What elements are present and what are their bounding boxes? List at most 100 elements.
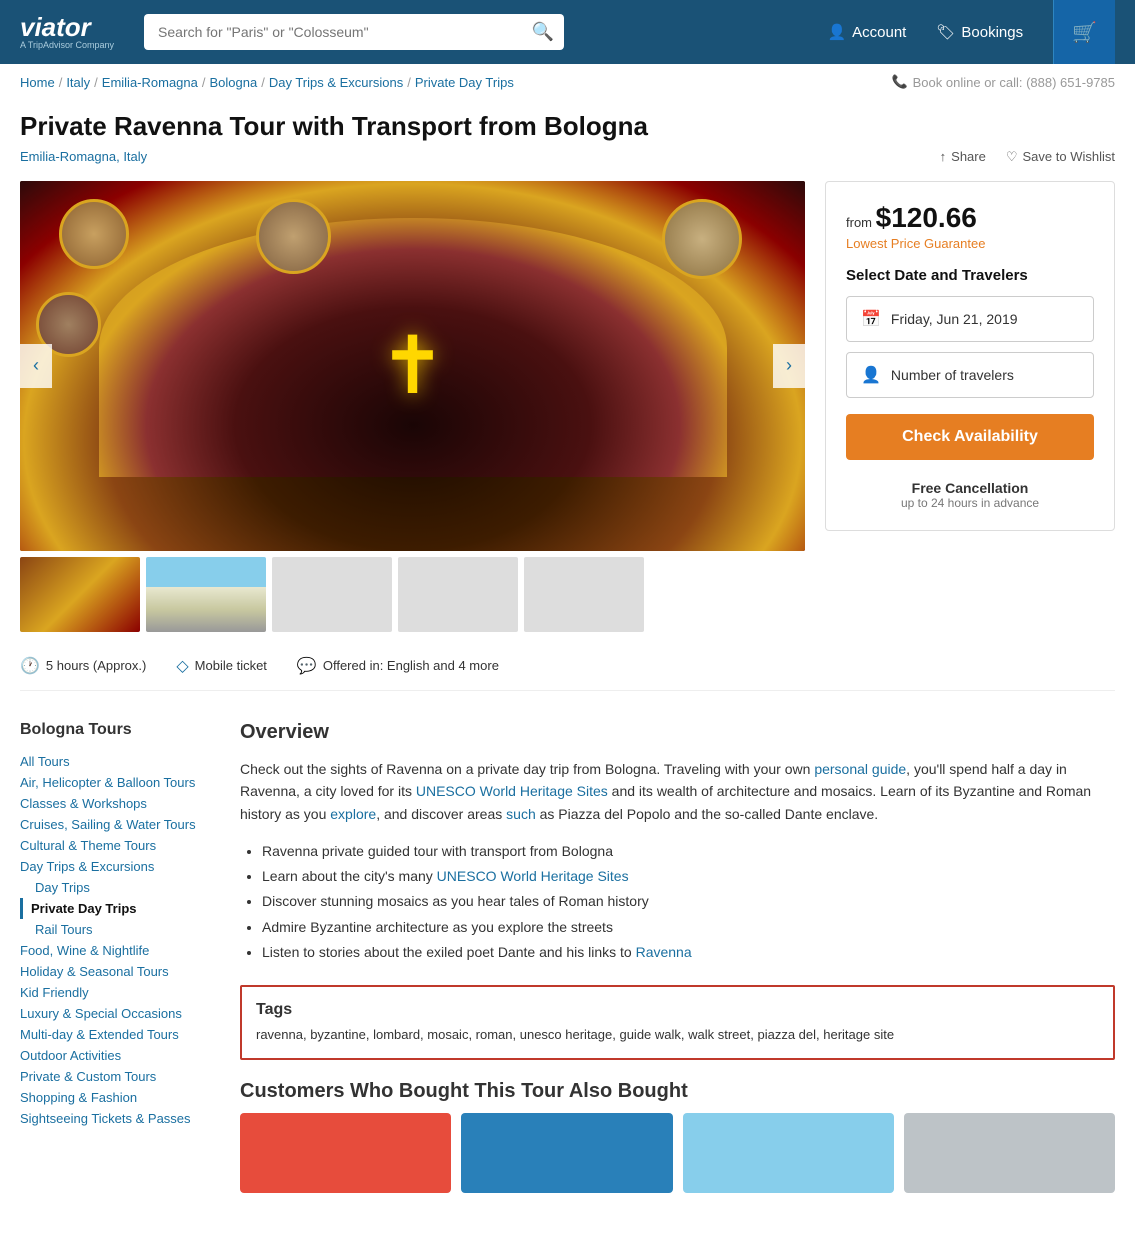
bullet-5-link[interactable]: Ravenna [636, 944, 692, 960]
logo-sub: A TripAdvisor Company [20, 40, 114, 50]
prev-image-button[interactable]: ‹ [20, 344, 52, 388]
travelers-input[interactable]: 👤 Number of travelers [846, 352, 1094, 398]
breadcrumb-private[interactable]: Private Day Trips [415, 75, 514, 90]
customer-card-4[interactable] [904, 1113, 1115, 1193]
cancellation-sub: up to 24 hours in advance [846, 496, 1094, 510]
sidebar-item-kid[interactable]: Kid Friendly [20, 982, 220, 1003]
phone-icon: 📞 [891, 74, 907, 90]
sidebar-item-private-day-trips[interactable]: Private Day Trips [20, 898, 220, 919]
duration-info: 🕐 5 hours (Approx.) [20, 656, 146, 676]
main-content: ✝ ‹ › from $120.66 Lowest Price Guaran [0, 171, 1135, 642]
sidebar-item-food[interactable]: Food, Wine & Nightlife [20, 940, 220, 961]
sidebar-item-outdoor[interactable]: Outdoor Activities [20, 1045, 220, 1066]
sidebar-item-shopping[interactable]: Shopping & Fashion [20, 1087, 220, 1108]
travelers-placeholder: Number of travelers [891, 367, 1014, 383]
customers-row [240, 1113, 1115, 1193]
share-icon: ↑ [940, 149, 947, 164]
tags-text: ravenna, byzantine, lombard, mosaic, rom… [256, 1025, 1099, 1045]
sidebar-item-multiday[interactable]: Multi-day & Extended Tours [20, 1024, 220, 1045]
heart-icon: ♡ [1006, 149, 1018, 165]
tour-info-bar: 🕐 5 hours (Approx.) ◇ Mobile ticket 💬 Of… [20, 642, 1115, 691]
next-image-button[interactable]: › [773, 344, 805, 388]
breadcrumb-bologna[interactable]: Bologna [210, 75, 258, 90]
customer-card-1[interactable] [240, 1113, 451, 1193]
sidebar-item-daytrips-excursions[interactable]: Day Trips & Excursions [20, 856, 220, 877]
cancellation-info: Free Cancellation up to 24 hours in adva… [846, 480, 1094, 510]
ticket-text: Mobile ticket [195, 658, 267, 673]
sidebar-item-cultural[interactable]: Cultural & Theme Tours [20, 835, 220, 856]
duration-text: 5 hours (Approx.) [46, 658, 146, 673]
wishlist-label: Save to Wishlist [1023, 149, 1115, 164]
share-button[interactable]: ↑ Share [940, 149, 986, 165]
phone-text: Book online or call: (888) 651-9785 [913, 75, 1115, 90]
search-input[interactable] [144, 14, 564, 50]
thumbnail-2[interactable] [146, 557, 266, 632]
overview-text: Check out the sights of Ravenna on a pri… [240, 758, 1115, 825]
lower-section: Bologna Tours All Tours Air, Helicopter … [0, 711, 1135, 1214]
price-value: $120.66 [876, 202, 977, 233]
overview-link-unesco[interactable]: UNESCO World Heritage Sites [416, 783, 608, 799]
description-area: Overview Check out the sights of Ravenna… [240, 721, 1115, 1194]
search-bar[interactable]: 🔍 [144, 14, 564, 50]
sidebar-item-rail-tours[interactable]: Rail Tours [20, 919, 220, 940]
sidebar-item-cruises[interactable]: Cruises, Sailing & Water Tours [20, 814, 220, 835]
thumbnail-5[interactable] [524, 557, 644, 632]
subtitle-row: Emilia-Romagna, Italy ↑ Share ♡ Save to … [20, 149, 1115, 165]
breadcrumb-home[interactable]: Home [20, 75, 55, 90]
language-info: 💬 Offered in: English and 4 more [297, 656, 499, 676]
search-icon: 🔍 [532, 22, 554, 43]
price-guarantee: Lowest Price Guarantee [846, 236, 1094, 251]
person-icon: 👤 [861, 365, 881, 385]
logo[interactable]: viator A TripAdvisor Company [20, 14, 114, 50]
cross-symbol: ✝ [379, 319, 446, 412]
wishlist-button[interactable]: ♡ Save to Wishlist [1006, 149, 1115, 165]
image-col: ✝ ‹ › [20, 181, 805, 632]
customer-card-3[interactable] [683, 1113, 894, 1193]
breadcrumb-italy[interactable]: Italy [66, 75, 90, 90]
bookings-button[interactable]: 🏷 Bookings [936, 23, 1023, 41]
booking-panel: from $120.66 Lowest Price Guarantee Sele… [825, 181, 1115, 632]
date-picker[interactable]: 📅 Friday, Jun 21, 2019 [846, 296, 1094, 342]
ticket-info: ◇ Mobile ticket [176, 656, 267, 676]
logo-text: viator [20, 14, 114, 40]
date-value: Friday, Jun 21, 2019 [891, 311, 1018, 327]
sidebar: Bologna Tours All Tours Air, Helicopter … [20, 721, 220, 1194]
title-area: Private Ravenna Tour with Transport from… [0, 100, 1135, 171]
section-label: Select Date and Travelers [846, 267, 1094, 284]
overview-link-such[interactable]: such [506, 806, 536, 822]
overview-link-explore[interactable]: explore [330, 806, 376, 822]
header: viator A TripAdvisor Company 🔍 👤 Account… [0, 0, 1135, 64]
cart-icon: 🛒 [1072, 20, 1097, 45]
breadcrumb-daytrips[interactable]: Day Trips & Excursions [269, 75, 403, 90]
breadcrumb: Home / Italy / Emilia-Romagna / Bologna … [0, 64, 1135, 100]
thumbnails [20, 557, 805, 632]
main-image: ✝ ‹ › [20, 181, 805, 551]
thumbnail-3[interactable] [272, 557, 392, 632]
bullet-1: Ravenna private guided tour with transpo… [262, 839, 1115, 864]
account-button[interactable]: 👤 Account [827, 23, 906, 41]
bookings-label: Bookings [961, 24, 1023, 41]
account-label: Account [852, 24, 906, 41]
ticket-icon: ◇ [176, 656, 188, 676]
bookings-icon: 🏷 [936, 23, 955, 41]
sidebar-item-all-tours[interactable]: All Tours [20, 751, 220, 772]
sidebar-item-sightseeing[interactable]: Sightseeing Tickets & Passes [20, 1108, 220, 1129]
customer-card-2[interactable] [461, 1113, 672, 1193]
sidebar-item-luxury[interactable]: Luxury & Special Occasions [20, 1003, 220, 1024]
sidebar-item-air[interactable]: Air, Helicopter & Balloon Tours [20, 772, 220, 793]
sidebar-item-classes[interactable]: Classes & Workshops [20, 793, 220, 814]
thumbnail-4[interactable] [398, 557, 518, 632]
sidebar-item-day-trips[interactable]: Day Trips [20, 877, 220, 898]
breadcrumb-emilia[interactable]: Emilia-Romagna [102, 75, 198, 90]
overview-title: Overview [240, 721, 1115, 744]
sidebar-item-private-custom[interactable]: Private & Custom Tours [20, 1066, 220, 1087]
cart-button[interactable]: 🛒 [1053, 0, 1115, 64]
check-availability-button[interactable]: Check Availability [846, 414, 1094, 460]
bullet-2-link[interactable]: UNESCO World Heritage Sites [437, 868, 629, 884]
sidebar-title: Bologna Tours [20, 721, 220, 739]
overview-link-personal[interactable]: personal guide [814, 761, 906, 777]
action-btns: ↑ Share ♡ Save to Wishlist [940, 149, 1115, 165]
sidebar-item-holiday[interactable]: Holiday & Seasonal Tours [20, 961, 220, 982]
header-right: 👤 Account 🏷 Bookings 🛒 [827, 0, 1115, 64]
thumbnail-1[interactable] [20, 557, 140, 632]
